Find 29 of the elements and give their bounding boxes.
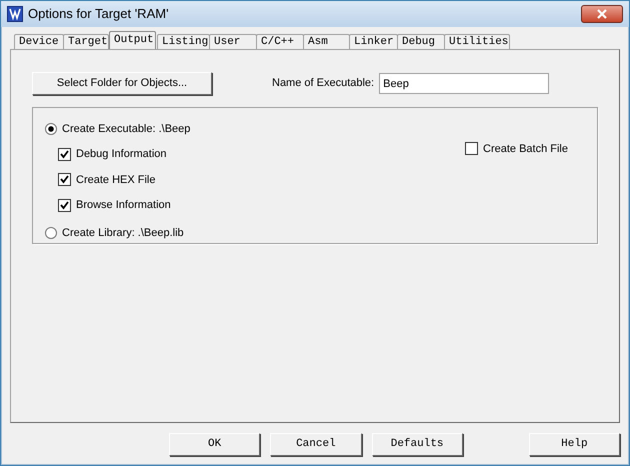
window-title: Options for Target 'RAM' xyxy=(28,5,169,24)
radio-button[interactable] xyxy=(45,226,57,239)
checkbox[interactable] xyxy=(58,148,71,161)
checkbox[interactable] xyxy=(58,173,71,186)
tab[interactable]: Device xyxy=(14,34,64,49)
close-button[interactable] xyxy=(581,5,623,23)
dialog-button[interactable]: Help xyxy=(528,433,620,456)
checkbox[interactable] xyxy=(465,142,478,156)
tab[interactable]: Output xyxy=(109,31,156,49)
dialog-button[interactable]: Defaults xyxy=(372,433,463,456)
select-folder-button[interactable]: Select Folder for Objects... xyxy=(32,72,212,95)
checkbox-label: Create Batch File xyxy=(483,142,568,156)
dialog-button[interactable]: Cancel xyxy=(270,433,362,456)
radio-label: Create Executable: .\Beep xyxy=(62,122,190,136)
app-icon xyxy=(7,6,23,22)
tab[interactable]: Listing xyxy=(157,34,210,49)
radio-button[interactable] xyxy=(45,122,57,135)
checkbox-label: Create HEX File xyxy=(76,172,156,188)
radio-label: Create Library: .\Beep.lib xyxy=(62,226,184,240)
tab[interactable]: Debug xyxy=(397,34,445,49)
field-label: Name of Executable: xyxy=(272,76,374,92)
checkbox[interactable] xyxy=(58,198,71,212)
tab[interactable]: Utilities xyxy=(444,34,510,49)
checkbox-label: Debug Information xyxy=(76,147,166,162)
tab[interactable]: Target xyxy=(63,34,109,49)
close-icon xyxy=(596,9,608,19)
dialog-button[interactable]: OK xyxy=(169,433,260,456)
checkbox-label: Browse Information xyxy=(76,198,171,213)
executable-name-field[interactable]: Beep xyxy=(379,73,550,94)
